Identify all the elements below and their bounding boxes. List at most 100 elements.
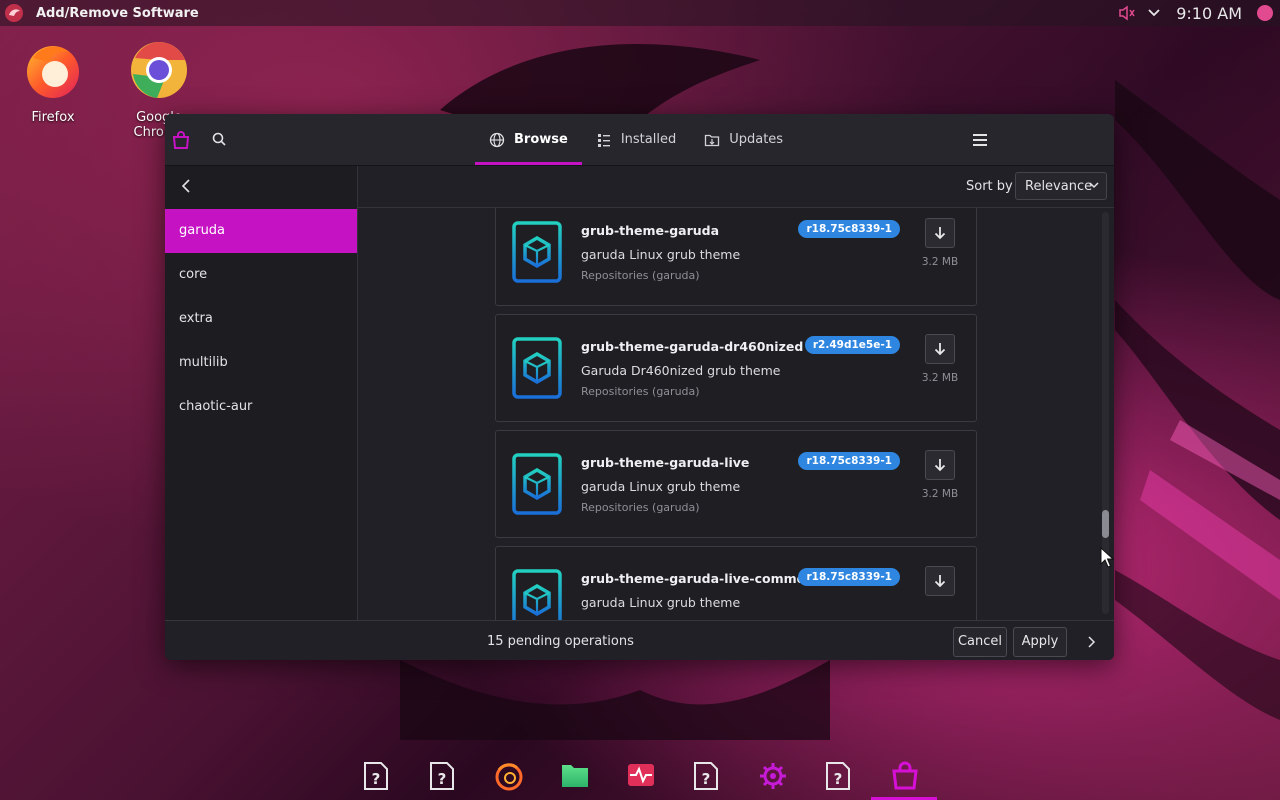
- active-app-title: Add/Remove Software: [36, 5, 199, 21]
- speaker-muted-icon[interactable]: [1118, 5, 1136, 21]
- download-arrow-icon: [934, 575, 946, 588]
- sort-value: Relevance: [1025, 179, 1093, 194]
- system-monitor-icon: [628, 764, 654, 786]
- tab-label: Browse: [514, 132, 568, 147]
- install-button[interactable]: [925, 566, 955, 596]
- svg-text:?: ?: [702, 770, 711, 788]
- top-panel-tray: 9:10 AM: [1118, 0, 1280, 26]
- tab-installed[interactable]: Installed: [582, 114, 690, 165]
- firefox-icon: [495, 763, 523, 791]
- package-content: Sort by Relevance grub-theme-garuda garu…: [358, 166, 1114, 620]
- repository-list: garuda core extra multilib chaotic-aur: [165, 209, 357, 429]
- folder-update-icon: [705, 134, 720, 146]
- package-size: 3.2 MB: [921, 488, 959, 500]
- back-arrow-icon[interactable]: [179, 178, 195, 194]
- package-repository: Repositories (garuda): [581, 269, 700, 282]
- svg-text:?: ?: [372, 770, 381, 788]
- version-badge: r18.75c8339-1: [798, 220, 900, 238]
- chrome-icon: [131, 42, 187, 98]
- package-icon: [512, 337, 562, 399]
- notification-dot-icon[interactable]: [1256, 4, 1274, 22]
- software-store-icon: [892, 761, 918, 790]
- hamburger-menu-icon[interactable]: [969, 129, 991, 151]
- unknown-app-icon: ?: [826, 762, 850, 790]
- install-button[interactable]: [925, 218, 955, 248]
- desktop-icon-label: Firefox: [31, 110, 75, 125]
- dock-item[interactable]: [541, 752, 607, 800]
- files-icon: [562, 765, 588, 787]
- tab-updates[interactable]: Updates: [690, 114, 797, 165]
- package-size: 3.2 MB: [921, 372, 959, 384]
- package-size: 3.2 MB: [921, 256, 959, 268]
- version-badge: r2.49d1e5e-1: [804, 336, 900, 354]
- tab-label: Installed: [620, 132, 677, 147]
- chevron-down-icon: [1089, 182, 1099, 189]
- dock-item[interactable]: [475, 752, 541, 800]
- settings-gear-icon: [760, 763, 786, 789]
- package-icon: [512, 453, 562, 515]
- pending-operations-label[interactable]: 15 pending operations: [487, 634, 634, 649]
- download-arrow-icon: [934, 343, 946, 356]
- svg-text:?: ?: [834, 770, 843, 788]
- taskbar-dock: ? ? ? ?: [343, 752, 937, 800]
- transaction-bar: 15 pending operations Cancel Apply: [165, 620, 1114, 660]
- software-window: Browse Installed Updates garuda core ext…: [165, 114, 1114, 660]
- package-repository: Repositories (garuda): [581, 385, 700, 398]
- package-name: grub-theme-garuda-live-common: [581, 571, 815, 586]
- dock-item[interactable]: ?: [673, 752, 739, 800]
- dock-item[interactable]: [739, 752, 805, 800]
- sidebar-item-garuda[interactable]: garuda: [165, 209, 357, 253]
- view-tabs: Browse Installed Updates: [475, 114, 797, 165]
- svg-text:?: ?: [438, 770, 447, 788]
- version-badge: r18.75c8339-1: [798, 568, 900, 586]
- package-repository: Repositories (garuda): [581, 501, 700, 514]
- dock-item[interactable]: [871, 752, 937, 800]
- tab-label: Updates: [729, 132, 784, 147]
- tab-browse[interactable]: Browse: [475, 114, 582, 165]
- sidebar-item-chaotic-aur[interactable]: chaotic-aur: [165, 385, 357, 429]
- chevron-right-icon[interactable]: [1085, 636, 1097, 648]
- download-arrow-icon: [934, 227, 946, 240]
- dock-item[interactable]: [607, 752, 673, 800]
- sidebar-item-extra[interactable]: extra: [165, 297, 357, 341]
- version-badge: r18.75c8339-1: [798, 452, 900, 470]
- install-button[interactable]: [925, 334, 955, 364]
- clock[interactable]: 9:10 AM: [1176, 4, 1242, 23]
- sidebar-item-core[interactable]: core: [165, 253, 357, 297]
- apply-button[interactable]: Apply: [1013, 627, 1067, 657]
- dock-item[interactable]: ?: [805, 752, 871, 800]
- package-card[interactable]: grub-theme-garuda-live garuda Linux grub…: [495, 430, 977, 538]
- sort-label: Sort by: [966, 179, 1013, 194]
- sort-bar: Sort by Relevance: [358, 166, 1114, 208]
- package-card[interactable]: grub-theme-garuda garuda Linux grub them…: [495, 208, 977, 306]
- desktop-icon-firefox[interactable]: Firefox: [5, 38, 101, 125]
- dock-item[interactable]: ?: [343, 752, 409, 800]
- dock-item[interactable]: ?: [409, 752, 475, 800]
- unknown-app-icon: ?: [694, 762, 718, 790]
- list-icon: [597, 133, 610, 147]
- package-card[interactable]: grub-theme-garuda-dr460nized Garuda Dr46…: [495, 314, 977, 422]
- firefox-icon: [27, 46, 79, 98]
- package-description: Garuda Dr460nized grub theme: [581, 363, 781, 378]
- install-button[interactable]: [925, 450, 955, 480]
- package-name: grub-theme-garuda-live: [581, 455, 750, 470]
- sort-dropdown[interactable]: Relevance: [1015, 172, 1107, 200]
- cancel-button[interactable]: Cancel: [953, 627, 1007, 657]
- globe-icon: [489, 132, 505, 147]
- package-list: grub-theme-garuda garuda Linux grub them…: [358, 208, 1114, 620]
- chevron-down-icon[interactable]: [1148, 9, 1160, 17]
- mouse-cursor-icon: [1100, 547, 1114, 568]
- scrollbar-thumb[interactable]: [1102, 510, 1109, 538]
- search-icon[interactable]: [209, 129, 231, 151]
- download-arrow-icon: [934, 459, 946, 472]
- package-description: garuda Linux grub theme: [581, 247, 741, 262]
- package-icon: [512, 569, 562, 620]
- header-bar: Browse Installed Updates: [165, 114, 1114, 166]
- shopping-bag-icon: [172, 131, 190, 149]
- garuda-logo-icon[interactable]: [4, 3, 24, 23]
- sidebar-item-multilib[interactable]: multilib: [165, 341, 357, 385]
- repository-sidebar: garuda core extra multilib chaotic-aur: [165, 166, 358, 620]
- package-card[interactable]: grub-theme-garuda-live-common garuda Lin…: [495, 546, 977, 620]
- package-name: grub-theme-garuda-dr460nized: [581, 339, 804, 354]
- package-description: garuda Linux grub theme: [581, 595, 741, 610]
